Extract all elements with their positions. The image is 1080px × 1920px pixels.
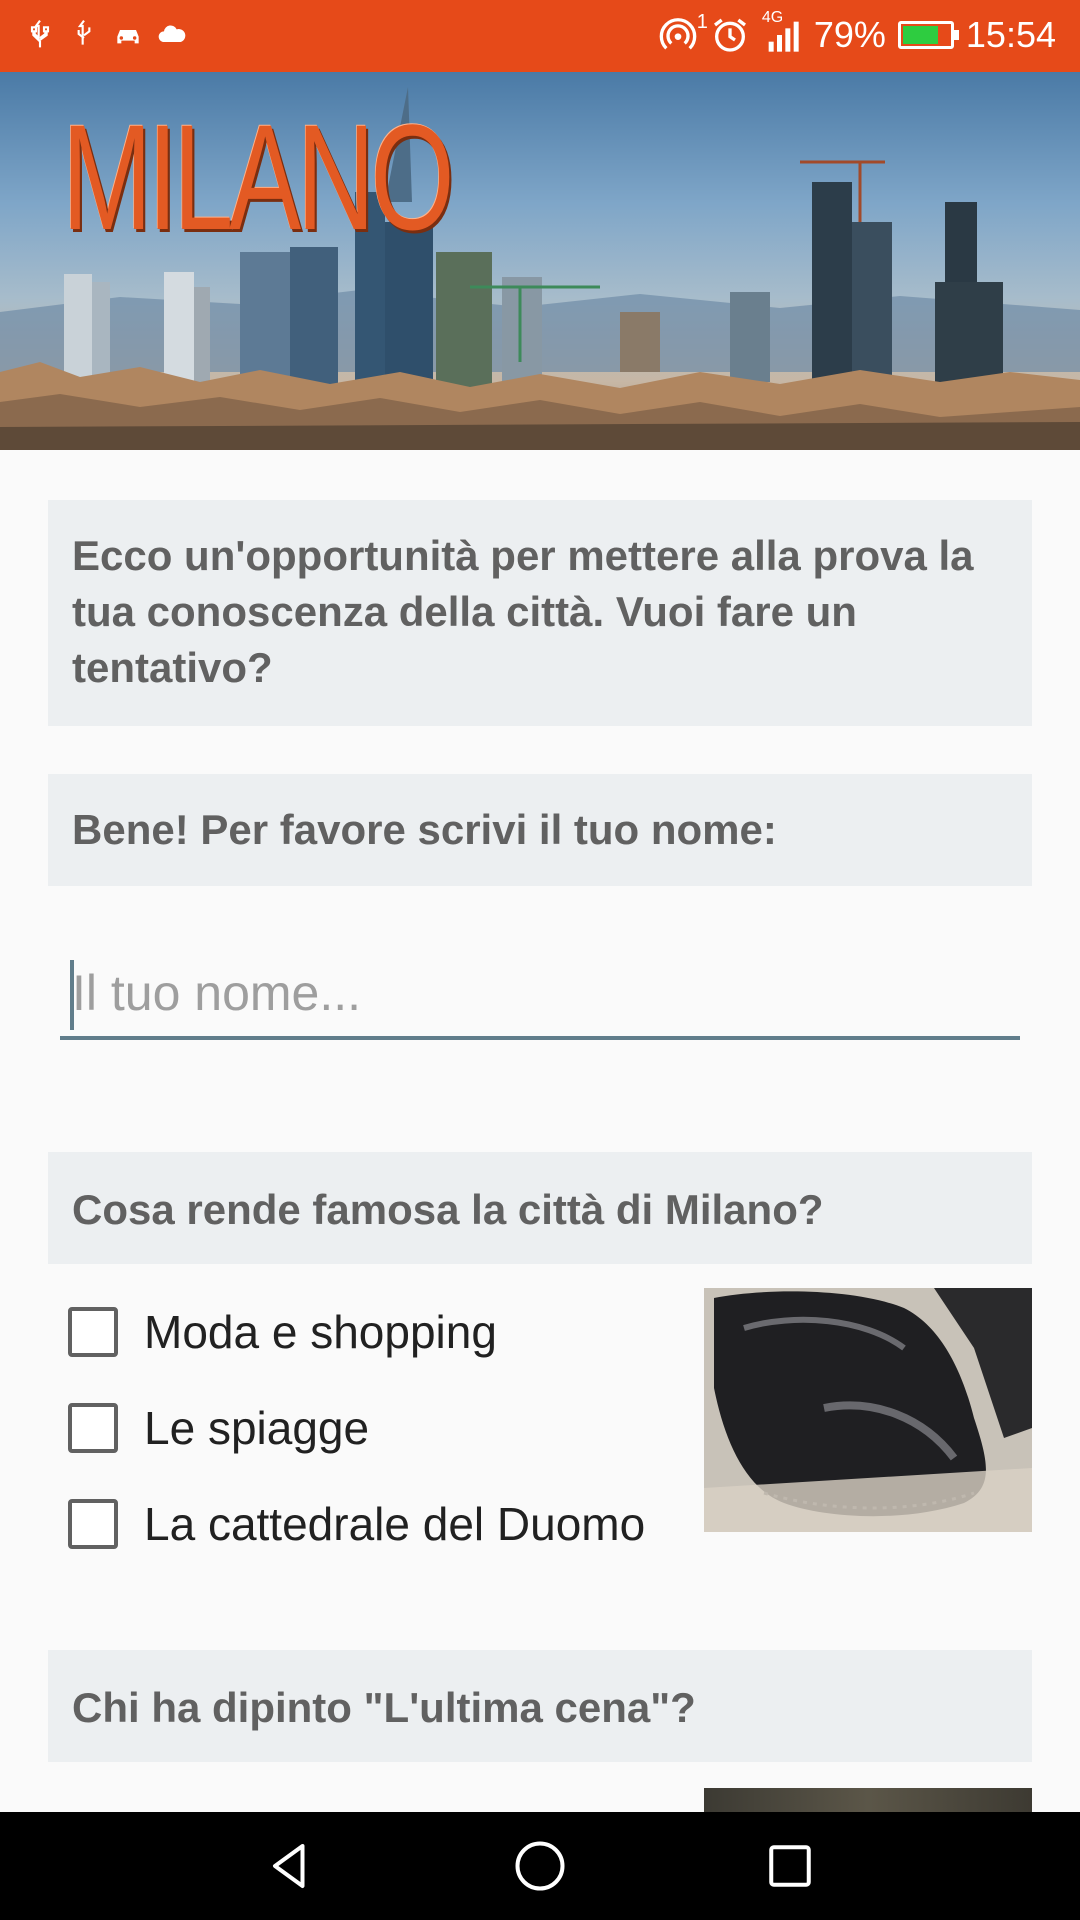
checkbox[interactable] xyxy=(68,1403,118,1453)
option-label: Le spiagge xyxy=(144,1402,370,1454)
option-label: Moda e shopping xyxy=(144,1306,497,1358)
hotspot-icon xyxy=(659,18,697,50)
name-field-container xyxy=(60,950,1020,1040)
car-icon xyxy=(117,30,139,44)
hotspot-count: 1 xyxy=(696,11,708,33)
option-label: La cattedrale del Duomo xyxy=(144,1498,646,1550)
back-button[interactable] xyxy=(260,1836,320,1896)
status-bar: 1 4G 79% 15:54 xyxy=(0,0,1080,72)
battery-icon xyxy=(897,21,959,49)
notification-icons xyxy=(24,16,188,52)
recents-button[interactable] xyxy=(760,1836,820,1896)
question-card-2: Chi ha dipinto "L'ultima cena"? xyxy=(48,1650,1032,1762)
option-moda-shopping[interactable]: Moda e shopping xyxy=(68,1284,688,1380)
back-icon xyxy=(273,1844,305,1888)
checkbox[interactable] xyxy=(68,1499,118,1549)
usb-icon xyxy=(77,20,91,45)
name-prompt-card: Bene! Per favore scrivi il tuo nome: xyxy=(48,774,1032,886)
network-label: 4G xyxy=(761,9,784,26)
alarm-icon xyxy=(713,18,746,52)
checkbox[interactable] xyxy=(68,1307,118,1357)
clock: 15:54 xyxy=(965,14,1056,55)
option-spiagge[interactable]: Le spiagge xyxy=(68,1380,688,1476)
option-duomo[interactable]: La cattedrale del Duomo xyxy=(68,1476,688,1572)
question-1-text: Cosa rende famosa la città di Milano? xyxy=(72,1186,824,1233)
recents-icon xyxy=(769,1845,811,1887)
system-status: 1 4G 79% 15:54 xyxy=(658,9,1056,56)
text-cursor xyxy=(70,960,74,1030)
battery-fill xyxy=(902,26,939,44)
home-icon xyxy=(515,1841,565,1891)
question-card-1: Cosa rende famosa la città di Milano? xyxy=(48,1152,1032,1264)
question-2-text: Chi ha dipinto "L'ultima cena"? xyxy=(72,1684,696,1731)
name-input[interactable] xyxy=(60,950,1020,1036)
signal-indicator: 4G xyxy=(762,9,802,55)
header-banner: MILANO xyxy=(0,72,1080,450)
shoe-image xyxy=(704,1288,1032,1532)
battery-percentage: 79% xyxy=(813,14,886,55)
intro-card: Ecco un'opportunità per mettere alla pro… xyxy=(48,500,1032,726)
painting-image xyxy=(704,1788,1032,1812)
question-1-options: Moda e shopping Le spiagge La cattedrale… xyxy=(68,1284,688,1572)
hotspot-indicator: 1 xyxy=(658,11,708,55)
usb-icon xyxy=(30,20,50,48)
name-prompt-text: Bene! Per favore scrivi il tuo nome: xyxy=(72,806,777,853)
navigation-bar xyxy=(0,1812,1080,1920)
cloud-icon xyxy=(158,25,186,42)
home-button[interactable] xyxy=(510,1836,570,1896)
city-title: MILANO xyxy=(62,93,454,261)
intro-text: Ecco un'opportunità per mettere alla pro… xyxy=(72,532,974,691)
